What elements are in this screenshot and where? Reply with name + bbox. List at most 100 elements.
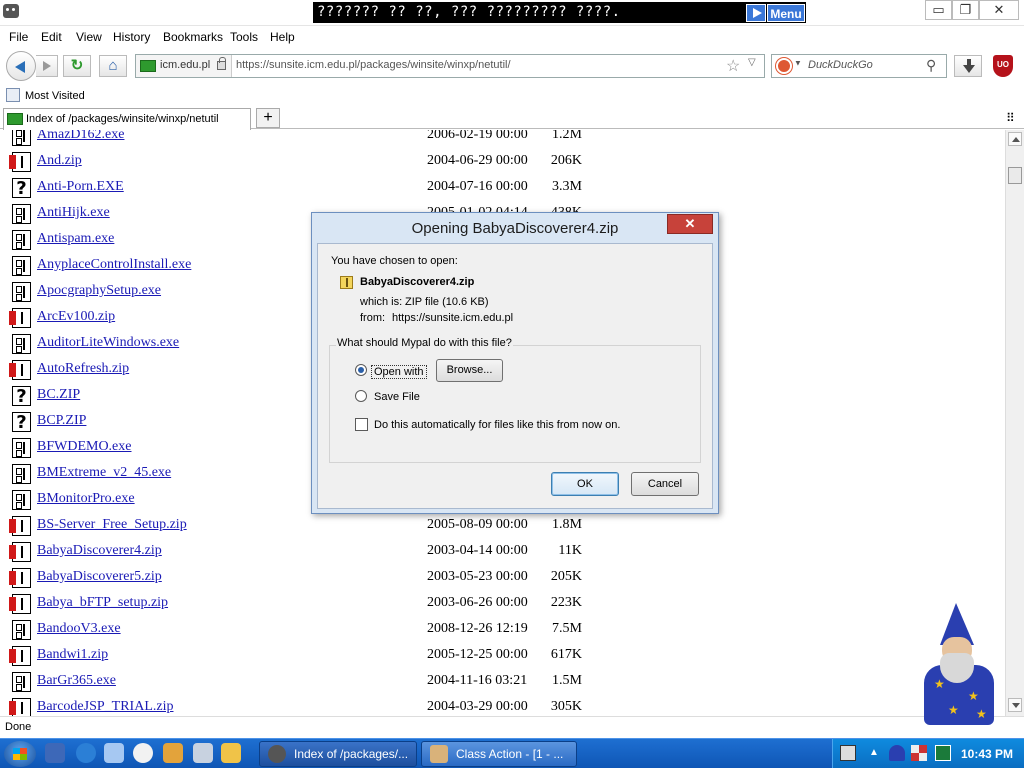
binary-file-icon[interactable] bbox=[12, 672, 31, 692]
open-with-radio[interactable] bbox=[355, 364, 367, 376]
taskbar-button-class-action[interactable]: Class Action - [1 - ... bbox=[421, 741, 577, 767]
archive-file-icon[interactable] bbox=[9, 568, 31, 588]
file-link[interactable]: BabyaDiscoverer4.zip bbox=[37, 543, 162, 559]
archive-file-icon[interactable] bbox=[9, 308, 31, 328]
file-link[interactable]: ArcEv100.zip bbox=[37, 309, 115, 325]
scroll-down-button[interactable] bbox=[1008, 698, 1022, 712]
search-bar[interactable]: ▲ DuckDuckGo ⚲ bbox=[771, 54, 947, 78]
menu-file[interactable]: File bbox=[9, 30, 28, 44]
quicklaunch-app-icon[interactable] bbox=[221, 743, 241, 763]
file-link[interactable]: BMonitorPro.exe bbox=[37, 491, 135, 507]
ok-button[interactable]: OK bbox=[551, 472, 619, 496]
save-file-label[interactable]: Save File bbox=[374, 391, 420, 403]
duckduckgo-icon[interactable] bbox=[776, 58, 792, 74]
quicklaunch-app-icon[interactable] bbox=[193, 743, 213, 763]
close-window-button[interactable]: ✕ bbox=[979, 0, 1019, 20]
file-link[interactable]: BMExtreme_v2_45.exe bbox=[37, 465, 171, 481]
archive-file-icon[interactable] bbox=[9, 646, 31, 666]
internet-explorer-icon[interactable] bbox=[76, 743, 96, 763]
auto-action-checkbox[interactable] bbox=[355, 418, 368, 431]
archive-file-icon[interactable] bbox=[9, 542, 31, 562]
file-link[interactable]: AmazD162.exe bbox=[37, 130, 124, 143]
binary-file-icon[interactable] bbox=[12, 130, 31, 146]
menu-edit[interactable]: Edit bbox=[41, 30, 62, 44]
file-link[interactable]: ApocgraphySetup.exe bbox=[37, 283, 161, 299]
tray-app-icon[interactable] bbox=[935, 745, 951, 761]
file-link[interactable]: And.zip bbox=[37, 153, 82, 169]
file-link[interactable]: AuditorLiteWindows.exe bbox=[37, 335, 179, 351]
show-hidden-icons-icon[interactable]: ▲ bbox=[869, 745, 885, 761]
file-link[interactable]: BarcodeJSP_TRIAL.zip bbox=[37, 699, 173, 715]
archive-file-icon[interactable] bbox=[9, 698, 31, 716]
file-link[interactable]: Antispam.exe bbox=[37, 231, 114, 247]
url-bar[interactable]: icm.edu.pl https://sunsite.icm.edu.pl/pa… bbox=[135, 54, 765, 78]
browser-app-icon[interactable] bbox=[3, 4, 19, 18]
tab-list-icon[interactable]: ⠿ bbox=[1006, 111, 1015, 125]
archive-file-icon[interactable] bbox=[9, 594, 31, 614]
ublock-origin-icon[interactable]: UO bbox=[993, 55, 1013, 77]
wizard-tray-icon[interactable] bbox=[889, 745, 905, 761]
archive-file-icon[interactable] bbox=[9, 360, 31, 380]
media-player-icon[interactable] bbox=[133, 743, 153, 763]
file-link[interactable]: BC.ZIP bbox=[37, 387, 80, 403]
home-button[interactable]: ⌂ bbox=[99, 55, 127, 77]
file-link[interactable]: AutoRefresh.zip bbox=[37, 361, 129, 377]
search-engine-dropdown-icon[interactable]: ▲ bbox=[794, 59, 802, 68]
save-file-radio[interactable] bbox=[355, 390, 367, 402]
archive-file-icon[interactable] bbox=[9, 516, 31, 536]
forward-button[interactable] bbox=[36, 55, 58, 77]
file-link[interactable]: Babya_bFTP_setup.zip bbox=[37, 595, 168, 611]
play-icon[interactable] bbox=[746, 4, 766, 22]
wizard-mascot[interactable]: ★ ★ ★ ★ bbox=[918, 603, 998, 727]
cancel-button[interactable]: Cancel bbox=[631, 472, 699, 496]
open-with-label[interactable]: Open with bbox=[371, 365, 427, 379]
system-clock[interactable]: 10:43 PM bbox=[961, 747, 1013, 761]
back-button[interactable] bbox=[6, 51, 36, 81]
menu-help[interactable]: Help bbox=[270, 30, 295, 44]
binary-file-icon[interactable] bbox=[12, 204, 31, 224]
menu-view[interactable]: View bbox=[76, 30, 102, 44]
keyboard-icon[interactable] bbox=[840, 745, 856, 761]
browse-button[interactable]: Browse... bbox=[436, 359, 503, 382]
binary-file-icon[interactable] bbox=[12, 620, 31, 640]
site-identity-button[interactable]: icm.edu.pl bbox=[136, 55, 232, 77]
file-link[interactable]: BabyaDiscoverer5.zip bbox=[37, 569, 162, 585]
auto-action-label[interactable]: Do this automatically for files like thi… bbox=[374, 419, 620, 431]
taskbar-button-browser[interactable]: Index of /packages/... bbox=[259, 741, 417, 767]
reload-button[interactable]: ↻ bbox=[63, 55, 91, 77]
archive-file-icon[interactable] bbox=[9, 152, 31, 172]
binary-file-icon[interactable] bbox=[12, 230, 31, 250]
minimize-button[interactable]: ▭ bbox=[925, 0, 952, 20]
menu-tools[interactable]: Tools bbox=[230, 30, 258, 44]
start-button[interactable] bbox=[4, 741, 36, 767]
most-visited-bookmark[interactable]: Most Visited bbox=[25, 90, 85, 102]
search-icon[interactable]: ⚲ bbox=[926, 57, 936, 74]
binary-file-icon[interactable] bbox=[12, 282, 31, 302]
unknown-file-icon[interactable]: ? bbox=[12, 412, 31, 433]
file-link[interactable]: BarGr365.exe bbox=[37, 673, 116, 689]
binary-file-icon[interactable] bbox=[12, 334, 31, 354]
file-link[interactable]: BandooV3.exe bbox=[37, 621, 121, 637]
binary-file-icon[interactable] bbox=[12, 438, 31, 458]
binary-file-icon[interactable] bbox=[12, 256, 31, 276]
quicklaunch-app-icon[interactable] bbox=[104, 743, 124, 763]
binary-file-icon[interactable] bbox=[12, 490, 31, 510]
search-input[interactable]: DuckDuckGo bbox=[808, 59, 873, 71]
vertical-scrollbar[interactable] bbox=[1005, 130, 1024, 716]
file-link[interactable]: Bandwi1.zip bbox=[37, 647, 108, 663]
unknown-file-icon[interactable]: ? bbox=[12, 178, 31, 199]
downloads-button[interactable] bbox=[954, 55, 982, 77]
menu-bookmarks[interactable]: Bookmarks bbox=[163, 30, 223, 44]
unknown-file-icon[interactable]: ? bbox=[12, 386, 31, 407]
scroll-up-button[interactable] bbox=[1008, 132, 1022, 146]
file-link[interactable]: AntiHijk.exe bbox=[37, 205, 110, 221]
scroll-thumb[interactable] bbox=[1008, 167, 1022, 184]
tab-active[interactable]: Index of /packages/winsite/winxp/netutil bbox=[3, 108, 251, 130]
file-link[interactable]: BFWDEMO.exe bbox=[37, 439, 132, 455]
file-link[interactable]: Anti-Porn.EXE bbox=[37, 179, 124, 195]
new-tab-button[interactable]: + bbox=[256, 108, 280, 128]
file-link[interactable]: AnyplaceControlInstall.exe bbox=[37, 257, 191, 273]
quicklaunch-app-icon[interactable] bbox=[163, 743, 183, 763]
restore-button[interactable]: ❐ bbox=[952, 0, 979, 20]
menu-history[interactable]: History bbox=[113, 30, 150, 44]
